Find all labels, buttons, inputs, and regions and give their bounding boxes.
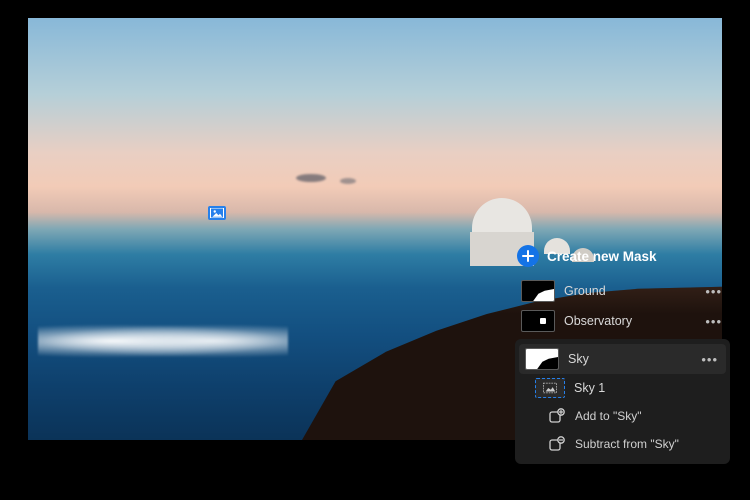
cloud-small-2 — [340, 178, 356, 184]
mask-sky-group: Sky ••• Sky 1 Add to "Sky" — [515, 339, 730, 464]
create-mask-plus-button[interactable] — [517, 245, 539, 267]
cloud-small-1 — [296, 174, 326, 182]
mask-more-ground[interactable]: ••• — [703, 284, 724, 299]
mask-child-sky1[interactable]: Sky 1 — [519, 374, 726, 402]
mask-child-label: Sky 1 — [574, 381, 720, 395]
mask-panel: Create new Mask Ground ••• Observatory •… — [515, 240, 730, 464]
mask-more-observatory[interactable]: ••• — [703, 314, 724, 329]
create-mask-row[interactable]: Create new Mask — [515, 240, 730, 276]
mask-action-subtract[interactable]: Subtract from "Sky" — [519, 430, 726, 458]
clouds-low — [38, 324, 288, 358]
mask-action-subtract-label: Subtract from "Sky" — [575, 437, 679, 451]
mask-thumb-ground — [521, 280, 555, 302]
image-overlay-badge[interactable] — [208, 206, 226, 220]
add-to-mask-icon — [549, 408, 565, 424]
mask-label-ground: Ground — [564, 284, 694, 298]
mask-child-thumb — [535, 378, 565, 398]
subtract-from-mask-icon — [549, 436, 565, 452]
mask-label-observatory: Observatory — [564, 314, 694, 328]
create-mask-label: Create new Mask — [547, 249, 657, 264]
mask-thumb-observatory — [521, 310, 555, 332]
mask-action-add-label: Add to "Sky" — [575, 409, 642, 423]
mask-row-observatory[interactable]: Observatory ••• — [515, 306, 730, 336]
mask-more-sky[interactable]: ••• — [699, 352, 720, 367]
picture-icon — [211, 208, 223, 218]
mask-label-sky: Sky — [568, 352, 690, 366]
observatory-dome — [472, 198, 532, 234]
mask-action-add[interactable]: Add to "Sky" — [519, 402, 726, 430]
mask-thumb-sky — [525, 348, 559, 370]
select-sky-icon — [543, 382, 557, 394]
mask-row-sky[interactable]: Sky ••• — [519, 344, 726, 374]
mask-row-ground[interactable]: Ground ••• — [515, 276, 730, 306]
plus-icon — [522, 250, 534, 262]
